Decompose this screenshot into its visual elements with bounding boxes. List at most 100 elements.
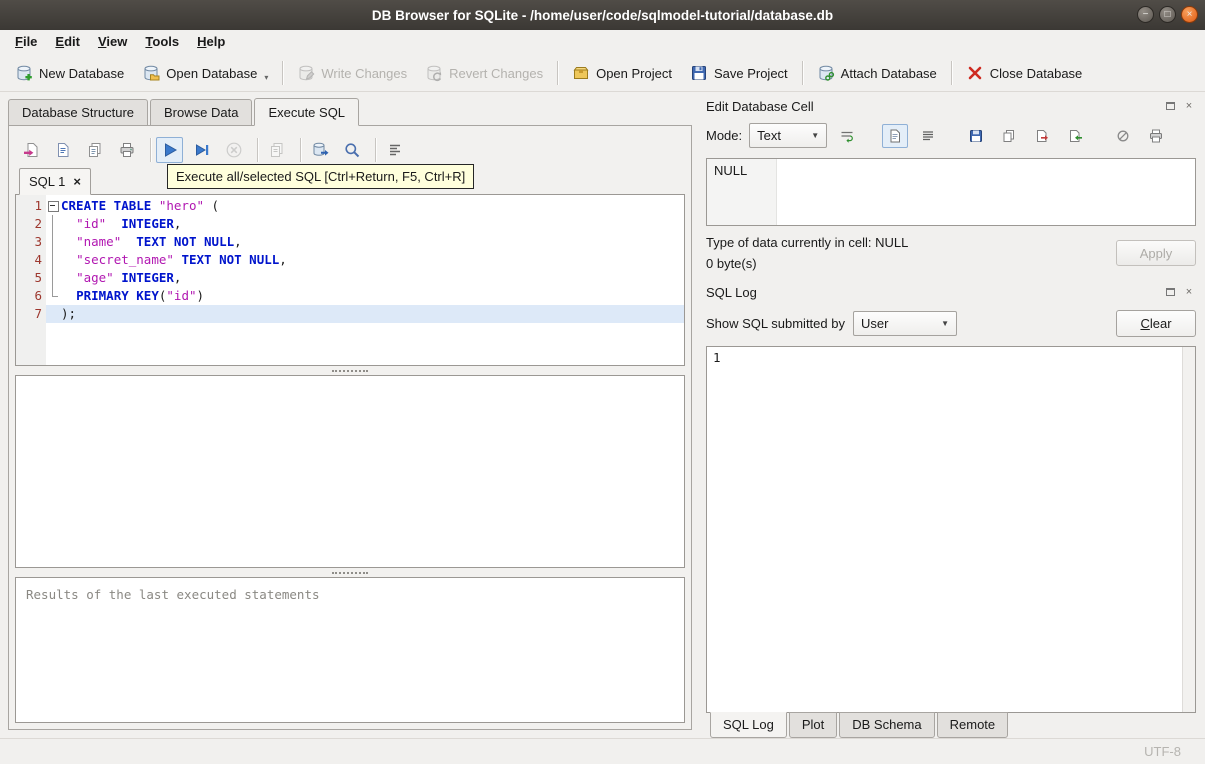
- print-icon: [1150, 129, 1163, 142]
- execute-line-button[interactable]: [188, 137, 215, 163]
- results-placeholder: Results of the last executed statements: [26, 587, 320, 602]
- tab-plot[interactable]: Plot: [788, 712, 838, 738]
- code-line-2[interactable]: "id" INTEGER,: [46, 215, 684, 233]
- bottom-tab-bar: SQL Log Plot DB Schema Remote: [706, 712, 1196, 738]
- save-results-button[interactable]: [263, 137, 290, 163]
- line-number-7: 7: [34, 306, 42, 321]
- sql-log-float-button[interactable]: [1163, 285, 1177, 299]
- set-null-button[interactable]: [1110, 124, 1136, 148]
- revert-changes-button[interactable]: Revert Changes: [416, 59, 552, 87]
- sql-log-close-button[interactable]: ×: [1182, 285, 1196, 299]
- find-replace-button[interactable]: [338, 137, 365, 163]
- menu-help[interactable]: Help: [188, 30, 234, 55]
- sql-toolbar-separator: [300, 138, 301, 162]
- import-cell-button[interactable]: [1062, 124, 1088, 148]
- copy-icon: [1003, 129, 1015, 142]
- code-line-7[interactable]: );: [46, 305, 684, 323]
- close-database-button[interactable]: Close Database: [957, 59, 1092, 87]
- log-filter-value: User: [860, 316, 889, 331]
- apply-button[interactable]: Apply: [1116, 240, 1196, 266]
- sql-toolbar-separator: [257, 138, 258, 162]
- sql-1-tab[interactable]: SQL 1 ×: [19, 168, 91, 195]
- minimize-button[interactable]: −: [1137, 6, 1154, 23]
- close-sql-tab-icon[interactable]: ×: [73, 175, 81, 188]
- export-database-button[interactable]: [306, 137, 333, 163]
- sql-editor[interactable]: 1 2 3 4 5 6 7 CREATE TABLE "hero" ( "id" INTEG…: [15, 194, 685, 366]
- open-project-button[interactable]: Open Project: [563, 59, 681, 87]
- tab-sql-log[interactable]: SQL Log: [710, 712, 787, 738]
- line-number-1: 1: [34, 198, 42, 213]
- attach-database-button[interactable]: Attach Database: [808, 59, 946, 87]
- log-line-number: 1: [713, 350, 721, 365]
- cell-editor[interactable]: NULL: [706, 158, 1196, 226]
- fold-collapse-icon[interactable]: [46, 197, 61, 215]
- sql-log-area[interactable]: 1: [706, 346, 1196, 713]
- results-grid[interactable]: [15, 375, 685, 568]
- save-cell-button[interactable]: [963, 124, 989, 148]
- sql-code[interactable]: CREATE TABLE "hero" ( "id" INTEGER, "nam…: [46, 195, 684, 365]
- new-database-button[interactable]: New Database: [6, 59, 133, 87]
- results-message-pane[interactable]: Results of the last executed statements: [15, 577, 685, 723]
- edit-cell-close-button[interactable]: ×: [1182, 99, 1196, 113]
- close-window-button[interactable]: ×: [1181, 6, 1198, 23]
- edit-cell-header: Edit Database Cell ×: [706, 95, 1196, 117]
- auto-format-button[interactable]: [381, 137, 408, 163]
- open-database-dropdown-icon[interactable]: ▾: [264, 73, 268, 82]
- code-line-6[interactable]: PRIMARY KEY("id"): [46, 287, 684, 305]
- tab-db-schema[interactable]: DB Schema: [839, 712, 935, 738]
- splitter-editor-results[interactable]: [15, 366, 685, 375]
- print-cell-button[interactable]: [1143, 124, 1169, 148]
- code-line-1[interactable]: CREATE TABLE "hero" (: [46, 197, 684, 215]
- code-line-5[interactable]: "age" INTEGER,: [46, 269, 684, 287]
- save-sql-as-button[interactable]: [81, 137, 108, 163]
- open-database-button[interactable]: Open Database ▾: [133, 59, 277, 87]
- menu-view[interactable]: View: [89, 30, 136, 55]
- log-filter-select[interactable]: User ▼: [852, 311, 957, 336]
- attach-database-label: Attach Database: [840, 65, 937, 81]
- stop-execution-button[interactable]: [220, 137, 247, 163]
- justify-mode-button[interactable]: [915, 124, 941, 148]
- sql-log-controls: Show SQL submitted by User ▼ Clear: [706, 310, 1196, 337]
- word-wrap-button[interactable]: [834, 124, 860, 148]
- cell-value: NULL: [714, 163, 748, 178]
- title-bar[interactable]: DB Browser for SQLite - /home/user/code/…: [0, 0, 1205, 30]
- execute-all-button[interactable]: [156, 137, 183, 163]
- mode-select[interactable]: Text ▼: [749, 123, 828, 148]
- log-scrollbar[interactable]: [1182, 347, 1195, 712]
- save-project-label: Save Project: [713, 65, 788, 81]
- code-line-4[interactable]: "secret_name" TEXT NOT NULL,: [46, 251, 684, 269]
- fold-margin: [46, 269, 61, 287]
- encoding-indicator[interactable]: UTF-8: [1144, 744, 1181, 759]
- copy-cell-button[interactable]: [996, 124, 1022, 148]
- fold-margin: [46, 305, 61, 323]
- splitter-results-messages[interactable]: [15, 568, 685, 577]
- log-body: [729, 347, 1182, 712]
- cell-editor-gutter: NULL: [707, 159, 777, 225]
- clear-log-button[interactable]: Clear: [1116, 310, 1196, 337]
- save-project-button[interactable]: Save Project: [681, 59, 797, 87]
- write-changes-button[interactable]: Write Changes: [288, 59, 416, 87]
- open-project-icon: [573, 67, 589, 79]
- tab-remote[interactable]: Remote: [936, 712, 1009, 738]
- tab-browse-data[interactable]: Browse Data: [150, 99, 253, 126]
- maximize-button[interactable]: □: [1159, 6, 1176, 23]
- edit-cell-float-button[interactable]: [1163, 99, 1177, 113]
- open-database-icon: [144, 65, 160, 81]
- text-mode-button[interactable]: [882, 123, 909, 148]
- write-changes-icon: [299, 65, 315, 81]
- print-sql-button[interactable]: [113, 137, 140, 163]
- open-sql-file-button[interactable]: [17, 137, 44, 163]
- menu-edit[interactable]: Edit: [46, 30, 89, 55]
- chevron-down-icon: ▼: [811, 131, 820, 140]
- menu-file[interactable]: File: [6, 30, 46, 55]
- tab-database-structure[interactable]: Database Structure: [8, 99, 149, 126]
- tab-execute-sql[interactable]: Execute SQL: [254, 98, 360, 126]
- export-cell-button[interactable]: [1029, 124, 1055, 148]
- set-null-icon: [1117, 130, 1129, 141]
- cell-editor-body[interactable]: [777, 159, 1195, 225]
- save-sql-as-icon: [88, 143, 100, 157]
- code-line-3[interactable]: "name" TEXT NOT NULL,: [46, 233, 684, 251]
- menu-tools[interactable]: Tools: [136, 30, 188, 55]
- save-sql-file-button[interactable]: [49, 137, 76, 163]
- new-database-label: New Database: [39, 65, 125, 81]
